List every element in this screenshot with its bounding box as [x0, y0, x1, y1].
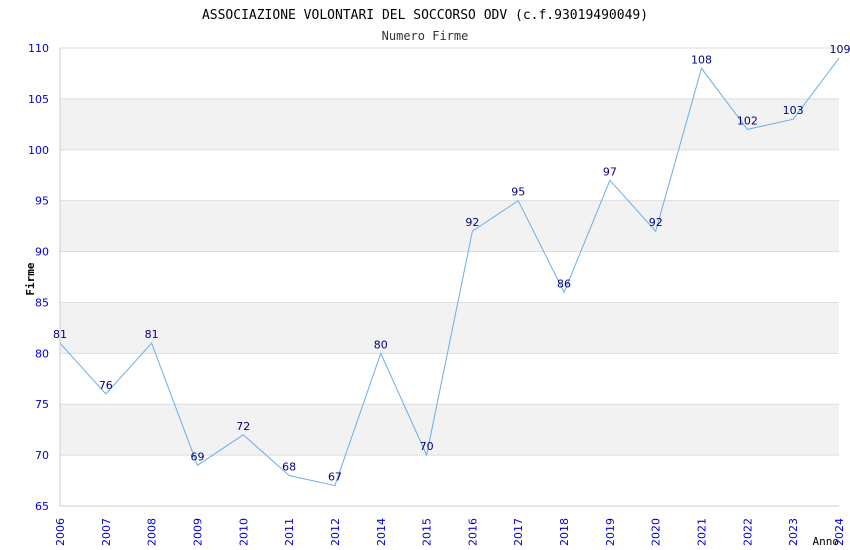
x-tick-label: 2011 — [283, 518, 296, 546]
chart-subtitle: Numero Firme — [382, 29, 469, 43]
x-tick-labels: 2006 2007 2008 2009 2010 2011 2012 2014 2015 2016… — [54, 518, 846, 546]
data-label: 108 — [691, 53, 712, 66]
y-tick-label: 100 — [28, 144, 49, 157]
y-axis-label: Firme — [24, 262, 37, 295]
y-tick-label: 95 — [35, 195, 49, 208]
data-label: 67 — [328, 471, 342, 484]
y-tick-label: 105 — [28, 93, 49, 106]
data-label: 69 — [190, 450, 204, 463]
plot-bands — [60, 98, 839, 456]
data-label: 76 — [99, 379, 113, 392]
data-label: 68 — [282, 460, 296, 473]
data-label: 109 — [830, 43, 850, 56]
x-tick-label: 2019 — [604, 518, 617, 546]
data-label: 81 — [53, 328, 67, 341]
data-label: 103 — [783, 104, 804, 117]
x-tick-label: 2008 — [146, 518, 159, 546]
x-tick-label: 2009 — [191, 518, 204, 546]
x-tick-label: 2018 — [558, 518, 571, 546]
x-tick-label: 2006 — [54, 518, 67, 546]
grid-band — [60, 200, 839, 252]
data-label: 102 — [737, 114, 758, 127]
data-label: 72 — [236, 420, 250, 433]
x-tick-label: 2023 — [787, 518, 800, 546]
x-tick-label: 2007 — [100, 518, 113, 546]
y-tick-label: 75 — [35, 398, 49, 411]
data-label: 95 — [511, 186, 525, 199]
x-tick-label: 2010 — [237, 518, 250, 546]
x-tick-label: 2016 — [466, 518, 479, 546]
x-tick-label: 2015 — [421, 518, 434, 546]
data-label: 80 — [374, 338, 388, 351]
y-tick-label: 80 — [35, 347, 49, 360]
x-tick-label: 2012 — [329, 518, 342, 546]
line-chart: ASSOCIAZIONE VOLONTARI DEL SOCCORSO ODV … — [24, 8, 850, 548]
y-tick-label: 110 — [28, 42, 49, 55]
y-tick-label: 90 — [35, 246, 49, 259]
grid-band — [60, 98, 839, 150]
chart-title: ASSOCIAZIONE VOLONTARI DEL SOCCORSO ODV … — [202, 8, 648, 23]
data-label: 92 — [465, 216, 479, 229]
grid-band — [60, 404, 839, 456]
data-label: 70 — [420, 440, 434, 453]
x-tick-label: 2022 — [741, 518, 754, 546]
x-tick-label: 2020 — [650, 518, 663, 546]
x-tick-label: 2017 — [512, 518, 525, 546]
y-tick-label: 70 — [35, 449, 49, 462]
grid-band — [60, 302, 839, 354]
x-tick-label: 2021 — [696, 518, 709, 546]
data-label: 97 — [603, 165, 617, 178]
data-label: 86 — [557, 277, 571, 290]
x-tick-label: 2014 — [375, 518, 388, 546]
y-tick-label: 85 — [35, 296, 49, 309]
x-tick-label: 2024 — [833, 518, 846, 546]
data-label: 81 — [145, 328, 159, 341]
y-tick-label: 65 — [35, 500, 49, 513]
data-label: 92 — [649, 216, 663, 229]
